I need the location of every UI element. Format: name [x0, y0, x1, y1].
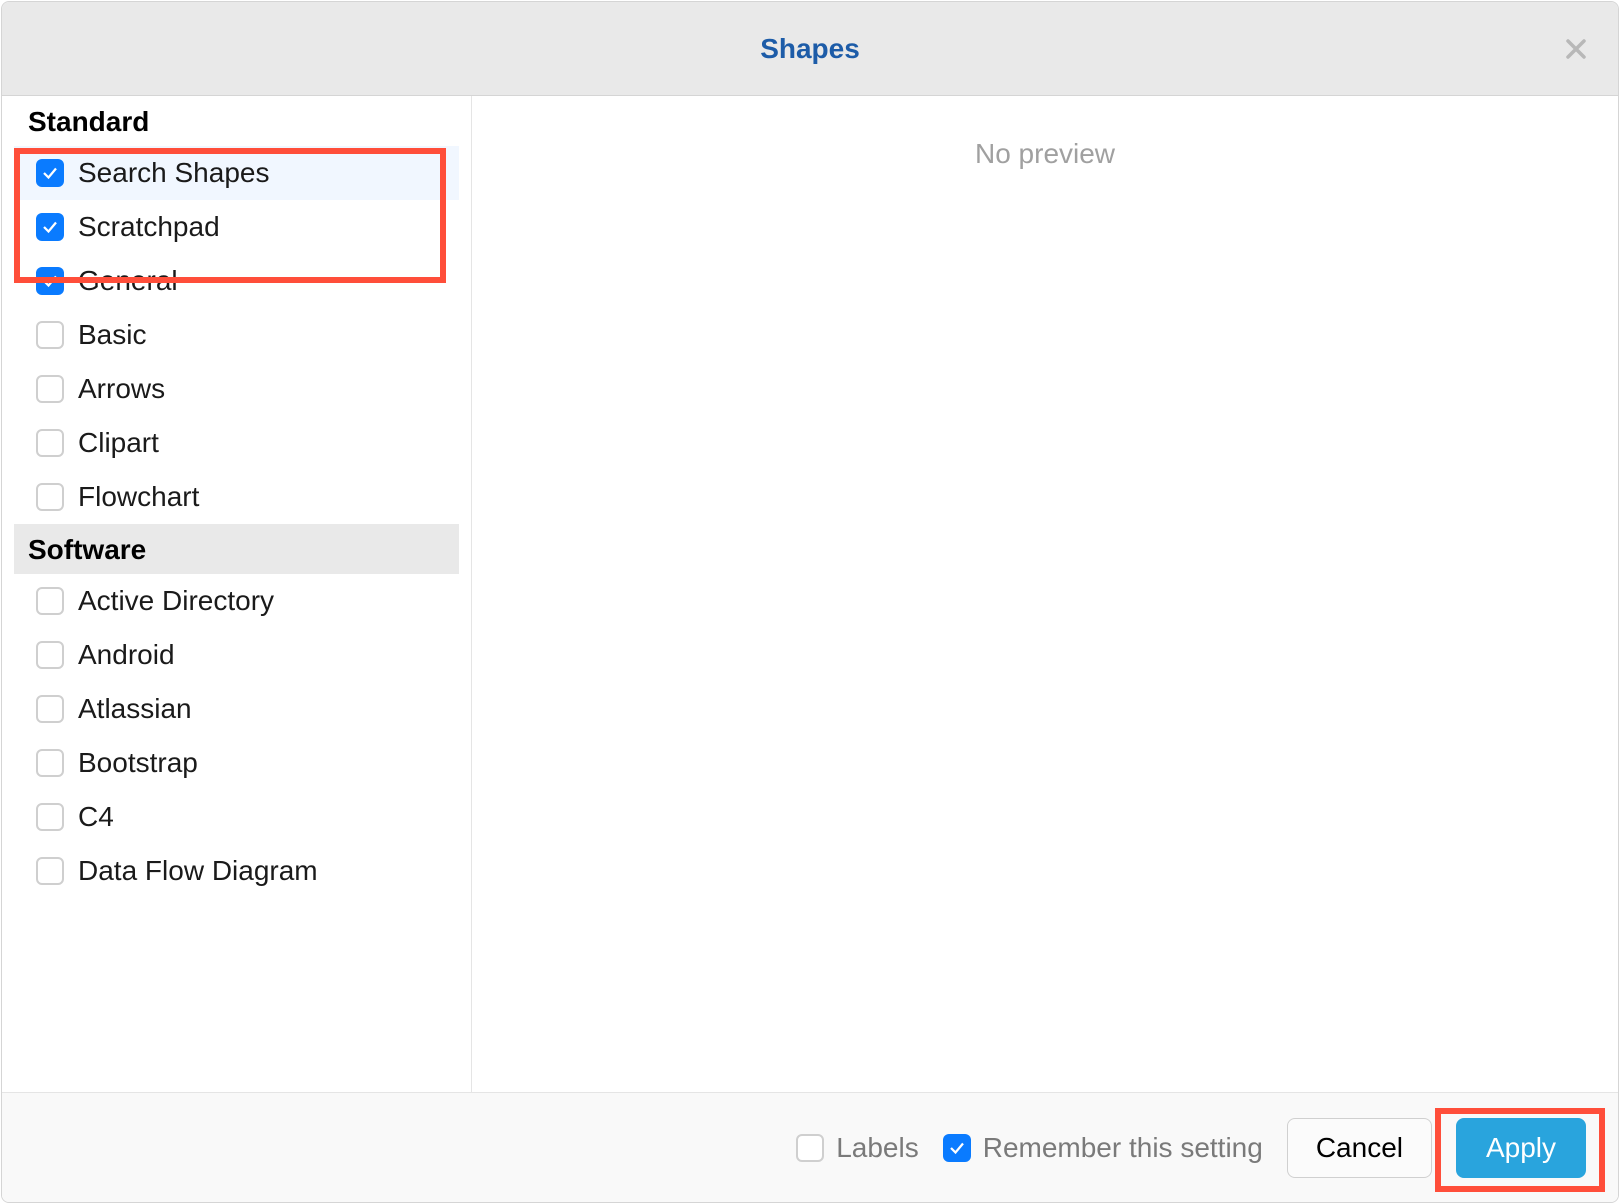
- shape-checkbox[interactable]: [36, 159, 64, 187]
- apply-button-label: Apply: [1486, 1132, 1556, 1164]
- shape-item-label: Search Shapes: [78, 157, 269, 189]
- shape-item[interactable]: C4: [14, 790, 459, 844]
- shape-item-label: Active Directory: [78, 585, 274, 617]
- shape-checkbox[interactable]: [36, 213, 64, 241]
- cancel-button[interactable]: Cancel: [1287, 1118, 1432, 1178]
- cancel-button-label: Cancel: [1316, 1132, 1403, 1164]
- shape-item[interactable]: Flowchart: [14, 470, 459, 524]
- apply-button[interactable]: Apply: [1456, 1118, 1586, 1178]
- shape-item-label: Clipart: [78, 427, 159, 459]
- shape-checkbox[interactable]: [36, 857, 64, 885]
- shape-item[interactable]: Bootstrap: [14, 736, 459, 790]
- shape-item[interactable]: Search Shapes: [14, 146, 459, 200]
- shape-item[interactable]: General: [14, 254, 459, 308]
- shape-checkbox[interactable]: [36, 641, 64, 669]
- shape-checkbox[interactable]: [36, 429, 64, 457]
- shape-item[interactable]: Android: [14, 628, 459, 682]
- shape-item[interactable]: Active Directory: [14, 574, 459, 628]
- preview-pane: No preview: [472, 96, 1618, 1092]
- close-icon: [1564, 37, 1588, 61]
- shapes-sidebar[interactable]: Standard Search Shapes Scratchpad General Ba…: [2, 96, 472, 1092]
- dialog-header: Shapes: [2, 2, 1618, 96]
- dialog-title: Shapes: [760, 33, 860, 65]
- close-button[interactable]: [1560, 33, 1592, 65]
- shape-item-label: Android: [78, 639, 175, 671]
- shape-checkbox[interactable]: [36, 803, 64, 831]
- remember-checkbox[interactable]: [943, 1134, 971, 1162]
- shape-item[interactable]: Arrows: [14, 362, 459, 416]
- shape-item[interactable]: Atlassian: [14, 682, 459, 736]
- dialog-footer: Labels Remember this setting Cancel Appl…: [2, 1092, 1618, 1202]
- shape-item[interactable]: Basic: [14, 308, 459, 362]
- shape-checkbox[interactable]: [36, 695, 64, 723]
- shape-item[interactable]: Data Flow Diagram: [14, 844, 459, 898]
- shape-item-label: Data Flow Diagram: [78, 855, 318, 887]
- shape-item[interactable]: Scratchpad: [14, 200, 459, 254]
- labels-option[interactable]: Labels: [796, 1132, 919, 1164]
- shape-item-label: General: [78, 265, 178, 297]
- shape-item[interactable]: Clipart: [14, 416, 459, 470]
- shape-item-label: Arrows: [78, 373, 165, 405]
- shape-item-label: Basic: [78, 319, 146, 351]
- shape-checkbox[interactable]: [36, 587, 64, 615]
- section-header: Software: [14, 524, 459, 574]
- shape-checkbox[interactable]: [36, 749, 64, 777]
- shape-item-label: Flowchart: [78, 481, 199, 513]
- shape-checkbox[interactable]: [36, 375, 64, 403]
- shape-item-label: C4: [78, 801, 114, 833]
- shape-checkbox[interactable]: [36, 267, 64, 295]
- section-header: Standard: [14, 96, 459, 146]
- shapes-dialog: Shapes Standard Search Shapes Scratchpad Ge…: [1, 1, 1619, 1203]
- labels-option-label: Labels: [836, 1132, 919, 1164]
- remember-option-label: Remember this setting: [983, 1132, 1263, 1164]
- shape-item-label: Atlassian: [78, 693, 192, 725]
- dialog-body: Standard Search Shapes Scratchpad General Ba…: [2, 96, 1618, 1092]
- remember-option[interactable]: Remember this setting: [943, 1132, 1263, 1164]
- shape-checkbox[interactable]: [36, 483, 64, 511]
- labels-checkbox[interactable]: [796, 1134, 824, 1162]
- preview-placeholder: No preview: [975, 138, 1115, 1092]
- shape-item-label: Scratchpad: [78, 211, 220, 243]
- shape-checkbox[interactable]: [36, 321, 64, 349]
- shape-item-label: Bootstrap: [78, 747, 198, 779]
